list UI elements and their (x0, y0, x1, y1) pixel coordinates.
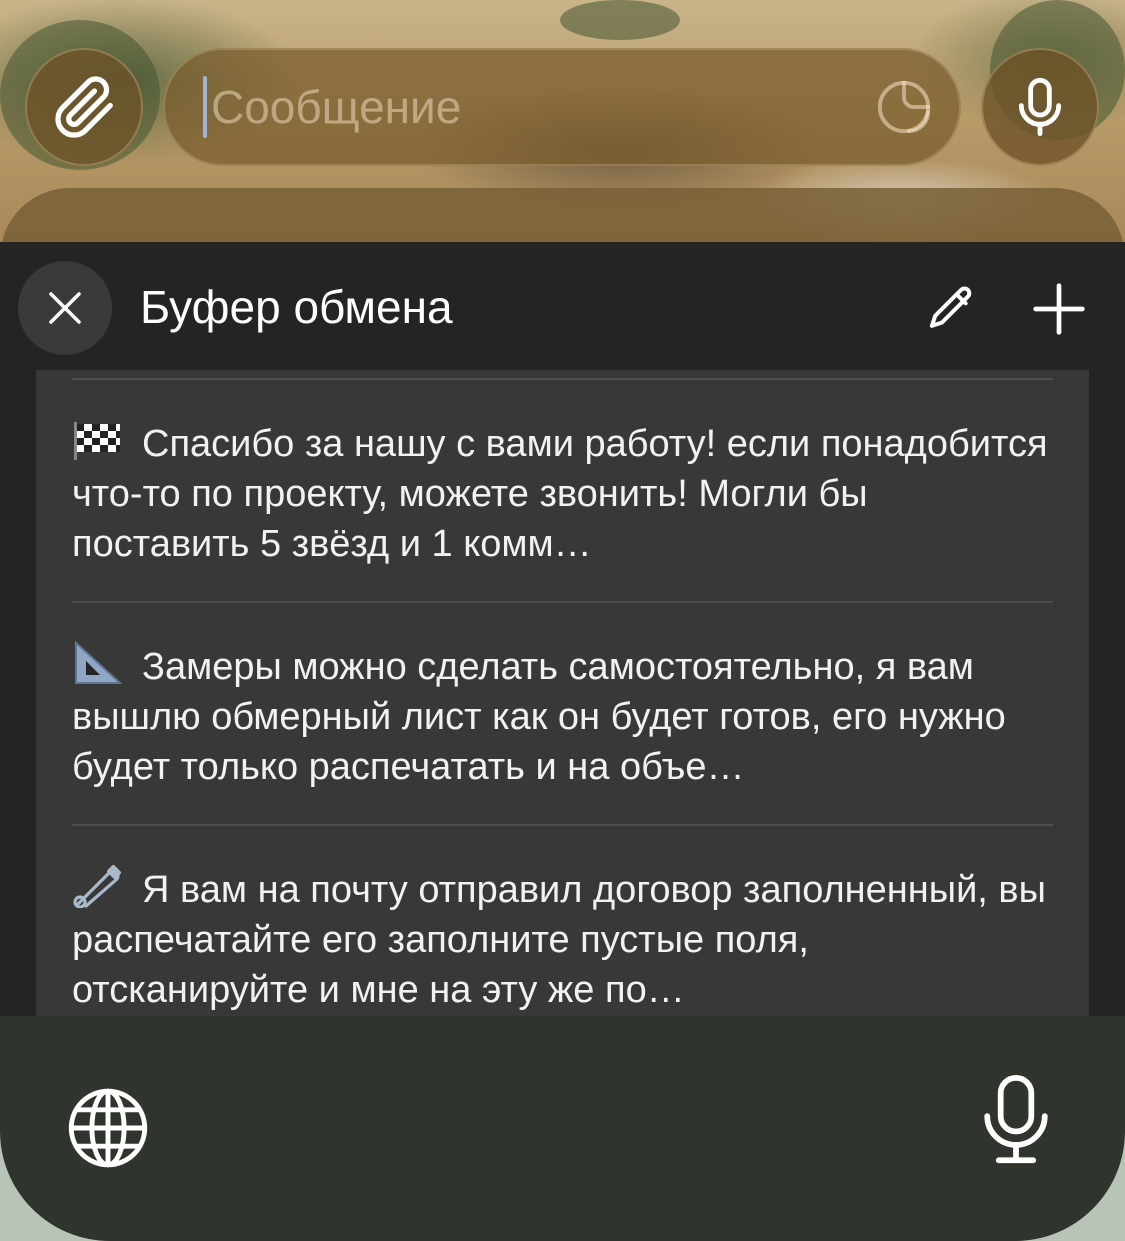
keyboard-toolbar (0, 1016, 1125, 1241)
clipboard-item-label: Замеры можно сделать самостоятельно, я в… (72, 646, 1006, 788)
keyboard-area (0, 1016, 1125, 1241)
checkered-flag-icon (74, 422, 120, 460)
globe-icon[interactable] (66, 1086, 150, 1170)
sticker-icon[interactable] (875, 78, 933, 136)
clipboard-item-label: Я вам на почту отправил договор заполнен… (72, 869, 1046, 1011)
close-icon (49, 292, 81, 324)
close-button[interactable] (18, 261, 112, 355)
microphone-icon (1018, 77, 1062, 137)
clipboard-item-label: Спасибо за нашу с вами работу! если пона… (72, 423, 1048, 565)
add-button[interactable] (1028, 278, 1090, 340)
clipboard-item-text: Спасибо за нашу с вами работу! если пона… (72, 418, 1053, 569)
clipboard-panel: Буфер обмена Спасибо за нашу с вами рабо… (0, 242, 1125, 1032)
plus-icon (1033, 283, 1085, 335)
paperclip-icon (55, 76, 113, 138)
voice-record-button[interactable] (981, 48, 1099, 166)
safety-pin-icon (73, 865, 121, 908)
edit-button[interactable] (922, 280, 980, 338)
message-placeholder: Сообщение (211, 81, 462, 133)
dictation-microphone-icon[interactable] (980, 1074, 1052, 1166)
clipboard-item-text: Замеры можно сделать самостоятельно, я в… (72, 641, 1053, 792)
clipboard-item[interactable]: Я вам на почту отправил договор заполнен… (72, 824, 1053, 1032)
clipboard-header: Буфер обмена (0, 242, 1125, 370)
clipboard-list: Спасибо за нашу с вами работу! если пона… (36, 370, 1089, 1032)
message-input[interactable]: Сообщение (163, 48, 961, 166)
text-cursor (203, 76, 207, 138)
attach-button[interactable] (25, 48, 143, 166)
clipboard-title: Буфер обмена (140, 281, 453, 333)
clipboard-item[interactable]: Спасибо за нашу с вами работу! если пона… (72, 378, 1053, 602)
pencil-icon (929, 286, 972, 328)
clipboard-item[interactable]: Замеры можно сделать самостоятельно, я в… (72, 601, 1053, 825)
triangular-ruler-icon (75, 641, 123, 684)
clipboard-item-text: Я вам на почту отправил договор заполнен… (72, 864, 1053, 1015)
